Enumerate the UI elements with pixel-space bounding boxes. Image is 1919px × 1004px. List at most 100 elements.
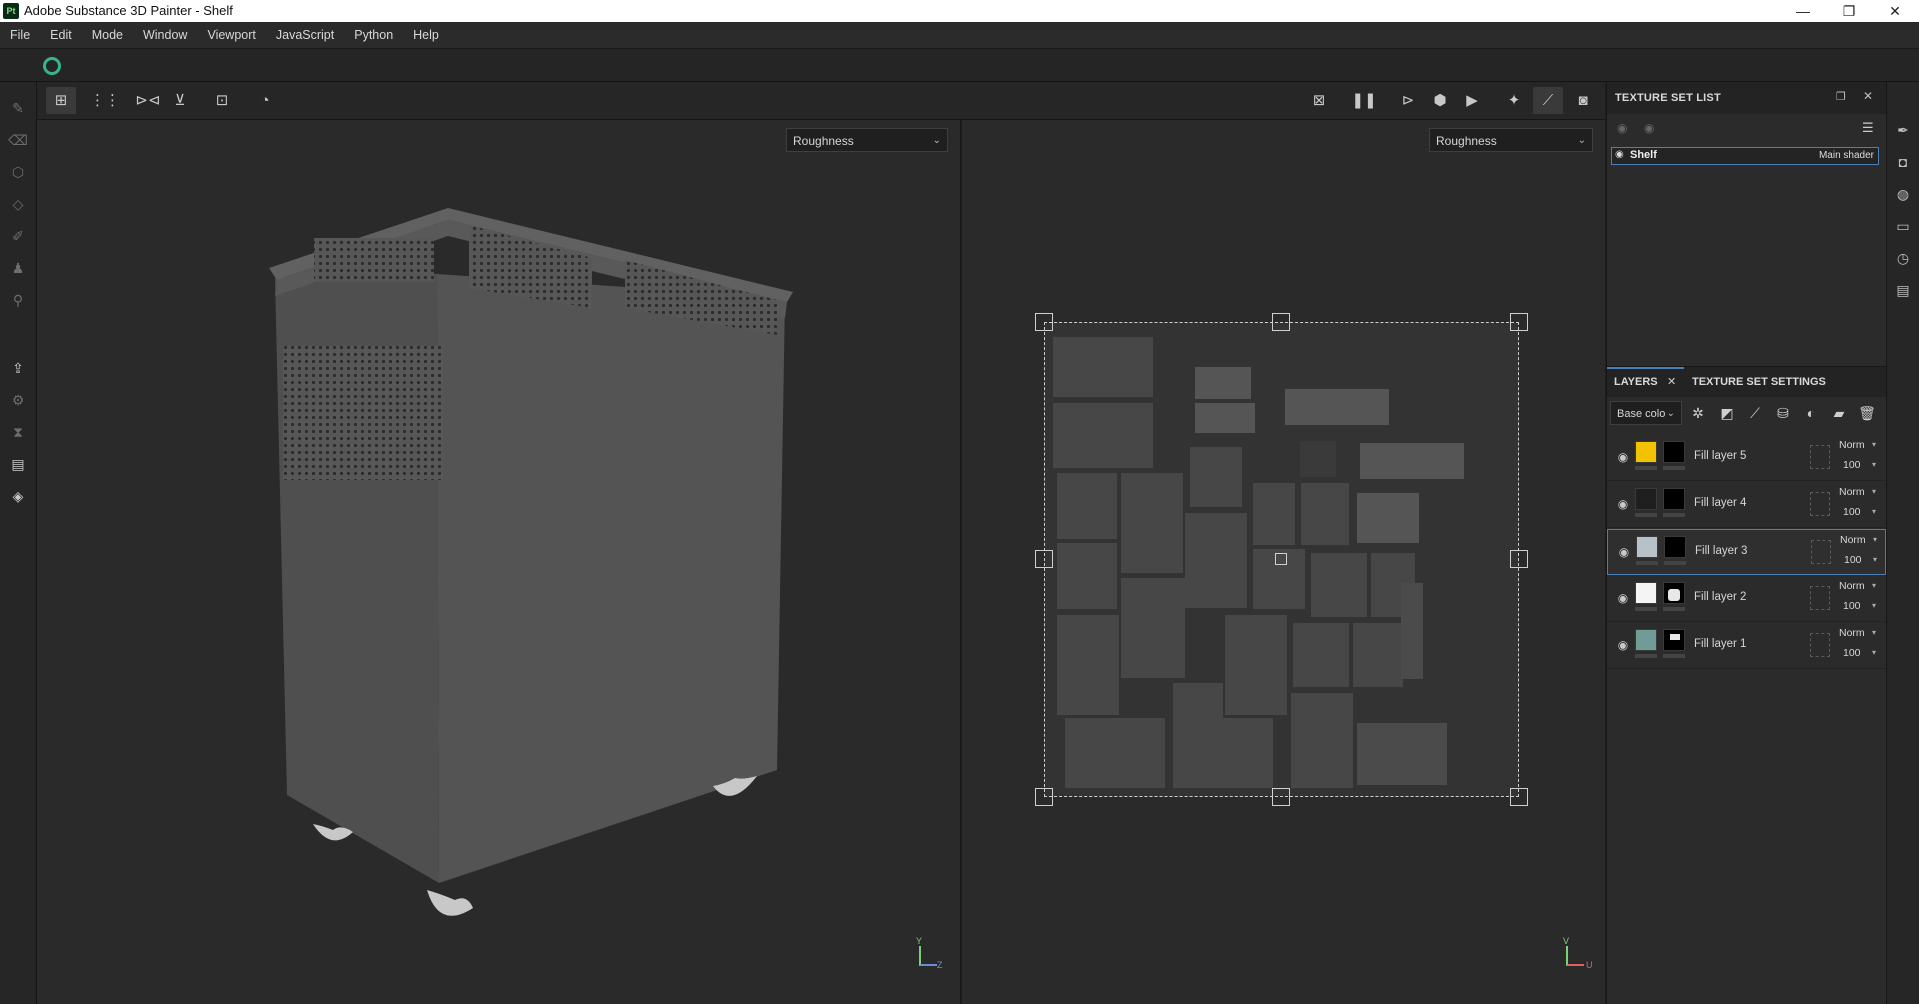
history-icon[interactable]: ◷: [1893, 248, 1913, 268]
menu-window[interactable]: Window: [133, 22, 197, 48]
hide-uv-icon[interactable]: ⊠: [1304, 87, 1334, 114]
log-icon[interactable]: ▤: [1893, 280, 1913, 300]
layer-mask-thumbnail[interactable]: [1663, 441, 1685, 463]
layer-row[interactable]: ◉ Fill layer 2 Norm ▾ 100 ▾: [1607, 576, 1886, 622]
eye-icon[interactable]: ◉: [1615, 496, 1631, 512]
layer-color-thumbnail[interactable]: [1636, 536, 1658, 558]
menu-python[interactable]: Python: [344, 22, 403, 48]
transform-handle-br[interactable]: [1510, 788, 1528, 806]
transform-handle-tm[interactable]: [1272, 313, 1290, 331]
transform-handle-bm[interactable]: [1272, 788, 1290, 806]
menu-javascript[interactable]: JavaScript: [266, 22, 344, 48]
paint-brush-icon[interactable]: ✎: [8, 98, 28, 118]
smudge-icon[interactable]: ✐: [8, 226, 28, 246]
layer-opacity[interactable]: 100: [1843, 506, 1861, 518]
camera-icon[interactable]: ▶: [1457, 87, 1487, 114]
layer-name[interactable]: Fill layer 4: [1694, 497, 1746, 509]
chevron-down-icon[interactable]: ▾: [1872, 507, 1876, 516]
layer-mask-thumbnail[interactable]: [1664, 536, 1686, 558]
visibility-icon[interactable]: ◉: [1644, 121, 1654, 135]
eye-icon[interactable]: ◉: [1615, 590, 1631, 606]
eraser-icon[interactable]: ⌫: [8, 130, 28, 150]
layer-opacity[interactable]: 100: [1844, 554, 1862, 566]
eye-icon[interactable]: ◉: [1615, 149, 1624, 160]
blend-mode[interactable]: Norm: [1839, 580, 1865, 592]
layer-row[interactable]: ◉ Fill layer 4 Norm ▾ 100 ▾: [1607, 482, 1886, 528]
chevron-down-icon[interactable]: ▾: [1872, 581, 1876, 590]
polygon-fill-icon[interactable]: ◇: [8, 194, 28, 214]
mirror-y-icon[interactable]: ⊻: [165, 87, 195, 114]
transform-handle-bl[interactable]: [1035, 788, 1053, 806]
pause-icon[interactable]: ❚❚: [1349, 87, 1379, 114]
layer-mask-thumbnail[interactable]: [1663, 582, 1685, 604]
blend-mode[interactable]: Norm: [1839, 486, 1865, 498]
document-icon[interactable]: ▤: [8, 454, 28, 474]
bake-icon[interactable]: ⚙: [8, 390, 28, 410]
layer-opacity[interactable]: 100: [1843, 459, 1861, 471]
add-fill-layer-icon[interactable]: ⛁: [1772, 402, 1794, 424]
clone-icon[interactable]: ♟: [8, 258, 28, 278]
grid-2d-icon[interactable]: ⋮⋮: [90, 87, 120, 114]
blend-mode[interactable]: Norm: [1840, 534, 1866, 546]
visibility-all-icon[interactable]: ◉: [1617, 121, 1627, 135]
maximize-button[interactable]: ❐: [1826, 0, 1872, 22]
mask-placeholder[interactable]: [1810, 586, 1830, 610]
layer-opacity[interactable]: 100: [1843, 600, 1861, 612]
add-folder-icon[interactable]: ▰: [1828, 402, 1850, 424]
viewport-3d[interactable]: Roughness ⌄ Y Z: [37, 120, 960, 1004]
transform-handle-ml[interactable]: [1035, 550, 1053, 568]
chevron-down-icon[interactable]: ▾: [1872, 460, 1876, 469]
transform-handle-center[interactable]: [1275, 553, 1287, 565]
screenshot-icon[interactable]: ◙: [1568, 87, 1598, 114]
layer-name[interactable]: Fill layer 2: [1694, 591, 1746, 603]
history-icon[interactable]: ◔: [250, 87, 280, 114]
display-icon[interactable]: ⊳: [1393, 87, 1423, 114]
transform-handle-mr[interactable]: [1510, 550, 1528, 568]
texture-set-row[interactable]: ◉ Shelf Main shader: [1611, 147, 1879, 165]
chevron-down-icon[interactable]: ▾: [1873, 555, 1877, 564]
minimize-button[interactable]: —: [1780, 0, 1826, 22]
chevron-down-icon[interactable]: ▾: [1872, 628, 1876, 637]
add-effect-icon[interactable]: ✲: [1687, 402, 1709, 424]
layer-name[interactable]: Fill layer 5: [1694, 450, 1746, 462]
maximize-panel-icon[interactable]: ❐: [1836, 90, 1846, 103]
export-icon[interactable]: ⇪: [8, 358, 28, 378]
fit-icon[interactable]: ⊡: [207, 87, 237, 114]
mirror-x-icon[interactable]: ⊳⊲: [133, 87, 163, 114]
properties-icon[interactable]: ◘: [1893, 152, 1913, 172]
chevron-down-icon[interactable]: ▾: [1872, 487, 1876, 496]
layer-row-selected[interactable]: ◉ Fill layer 3 Norm ▾ 100 ▾: [1607, 529, 1886, 575]
hourglass-icon[interactable]: ⧗: [8, 422, 28, 442]
close-button[interactable]: ✕: [1872, 0, 1918, 22]
feather-icon[interactable]: ✒: [1893, 120, 1913, 140]
menu-edit[interactable]: Edit: [40, 22, 82, 48]
eye-icon[interactable]: ◉: [1615, 449, 1631, 465]
channel-select[interactable]: Base colo ⌄: [1610, 401, 1682, 425]
menu-lines-icon[interactable]: ☰: [1862, 120, 1874, 136]
close-panel-icon[interactable]: ✕: [1863, 89, 1873, 103]
shelf-icon[interactable]: ▭: [1893, 216, 1913, 236]
environment-icon[interactable]: ◍: [1893, 184, 1913, 204]
brush-icon[interactable]: ⟋: [1533, 87, 1563, 114]
mask-placeholder[interactable]: [1810, 445, 1830, 469]
transform-handle-tr[interactable]: [1510, 313, 1528, 331]
layer-color-thumbnail[interactable]: [1635, 629, 1657, 651]
layer-name[interactable]: Fill layer 3: [1695, 545, 1747, 557]
menu-viewport[interactable]: Viewport: [197, 22, 265, 48]
layers-stack-icon[interactable]: ◈: [8, 486, 28, 506]
eye-icon[interactable]: ◉: [1616, 544, 1632, 560]
mask-placeholder[interactable]: [1810, 492, 1830, 516]
tab-texture-set-settings[interactable]: TEXTURE SET SETTINGS: [1692, 367, 1826, 397]
menu-file[interactable]: File: [0, 22, 40, 48]
menu-help[interactable]: Help: [403, 22, 449, 48]
chevron-down-icon[interactable]: ▾: [1873, 535, 1877, 544]
cube-icon[interactable]: ⬢: [1425, 87, 1455, 114]
close-tab-icon[interactable]: ✕: [1667, 375, 1676, 388]
layer-name[interactable]: Fill layer 1: [1694, 638, 1746, 650]
mask-placeholder[interactable]: [1811, 540, 1831, 564]
chevron-down-icon[interactable]: ▾: [1872, 601, 1876, 610]
add-paint-layer-icon[interactable]: ⟋: [1744, 402, 1766, 424]
viewport-2d[interactable]: Roughness ⌄ V U: [962, 120, 1605, 1004]
layer-row[interactable]: ◉ Fill layer 5 Norm ▾ 100 ▾: [1607, 435, 1886, 481]
color-picker-icon[interactable]: ⚲: [8, 290, 28, 310]
